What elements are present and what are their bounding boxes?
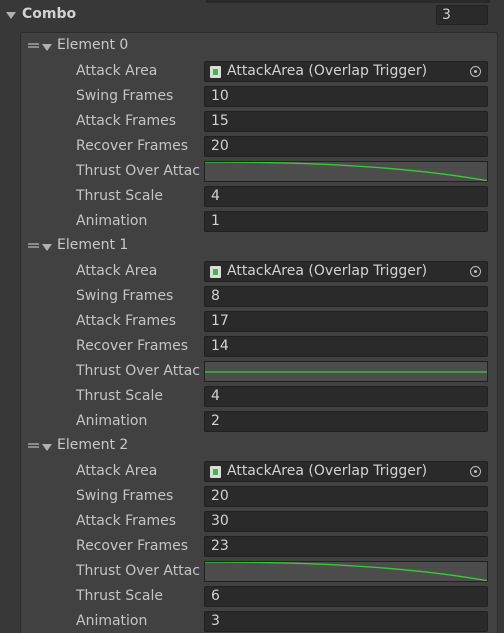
recover-frames-label: Recover Frames <box>76 538 188 554</box>
attack-frames-label: Attack Frames <box>76 313 177 329</box>
foldout-arrow-icon[interactable] <box>6 12 16 19</box>
thrust-scale-row: Thrust Scale 6 <box>0 585 504 610</box>
object-picker-icon[interactable] <box>470 266 481 277</box>
combo-element-1: Element 1 Attack Area AttackArea (Overla… <box>0 235 504 435</box>
attack-frames-field[interactable]: 15 <box>204 111 488 132</box>
object-picker-icon[interactable] <box>470 66 481 77</box>
swing-frames-field[interactable]: 20 <box>204 486 488 507</box>
element-foldout-header[interactable]: Element 1 <box>0 235 504 257</box>
script-icon <box>210 66 221 78</box>
attack-area-object-field[interactable]: AttackArea (Overlap Trigger) <box>204 461 488 482</box>
attack-frames-field[interactable]: 17 <box>204 311 488 332</box>
swing-frames-label: Swing Frames <box>76 88 174 104</box>
animation-field[interactable]: 1 <box>204 211 488 232</box>
swing-frames-field[interactable]: 8 <box>204 286 488 307</box>
recover-frames-field[interactable]: 23 <box>204 536 488 557</box>
animation-row: Animation 2 <box>0 410 504 435</box>
thrust-curve-row: Thrust Over Attac <box>0 560 504 585</box>
attack-area-label: Attack Area <box>76 63 158 79</box>
attack-area-row: Attack Area AttackArea (Overlap Trigger) <box>0 460 504 485</box>
thrust-scale-field[interactable]: 4 <box>204 386 488 407</box>
drag-handle-icon[interactable] <box>28 443 39 448</box>
attack-area-row: Attack Area AttackArea (Overlap Trigger) <box>0 60 504 85</box>
attack-frames-row: Attack Frames 17 <box>0 310 504 335</box>
recover-frames-field[interactable]: 14 <box>204 336 488 357</box>
thrust-over-attack-label: Thrust Over Attac <box>76 363 200 379</box>
animation-row: Animation 1 <box>0 210 504 235</box>
recover-frames-row: Recover Frames 23 <box>0 535 504 560</box>
animation-label: Animation <box>76 613 148 629</box>
element-title: Element 0 <box>57 37 129 53</box>
attack-frames-label: Attack Frames <box>76 513 177 529</box>
thrust-scale-row: Thrust Scale 4 <box>0 185 504 210</box>
curve-preview <box>205 162 487 181</box>
drag-handle-icon[interactable] <box>28 43 39 48</box>
foldout-arrow-icon[interactable] <box>42 444 52 451</box>
curve-preview <box>205 371 487 373</box>
drag-handle-icon[interactable] <box>28 243 39 248</box>
animation-field[interactable]: 2 <box>204 411 488 432</box>
swing-frames-label: Swing Frames <box>76 288 174 304</box>
combo-size-field[interactable]: 3 <box>436 5 488 25</box>
thrust-scale-field[interactable]: 6 <box>204 586 488 607</box>
element-foldout-header[interactable]: Element 0 <box>0 35 504 57</box>
thrust-scale-row: Thrust Scale 4 <box>0 385 504 410</box>
recover-frames-label: Recover Frames <box>76 138 188 154</box>
recover-frames-row: Recover Frames 14 <box>0 335 504 360</box>
thrust-over-attack-label: Thrust Over Attac <box>76 163 200 179</box>
thrust-scale-label: Thrust Scale <box>76 388 163 404</box>
animation-label: Animation <box>76 213 148 229</box>
attack-area-object-field[interactable]: AttackArea (Overlap Trigger) <box>204 61 488 82</box>
animation-label: Animation <box>76 413 148 429</box>
animation-row: Animation 3 <box>0 610 504 633</box>
foldout-arrow-icon[interactable] <box>42 244 52 251</box>
object-picker-icon[interactable] <box>470 466 481 477</box>
element-title: Element 2 <box>57 437 129 453</box>
recover-frames-row: Recover Frames 20 <box>0 135 504 160</box>
recover-frames-label: Recover Frames <box>76 338 188 354</box>
swing-frames-label: Swing Frames <box>76 488 174 504</box>
curve-line <box>205 162 487 181</box>
attack-area-object-field[interactable]: AttackArea (Overlap Trigger) <box>204 261 488 282</box>
attack-area-value: AttackArea (Overlap Trigger) <box>227 463 428 479</box>
element-foldout-header[interactable]: Element 2 <box>0 435 504 457</box>
thrust-curve-field[interactable] <box>204 161 488 182</box>
combo-label: Combo <box>22 6 77 22</box>
inspector-root: Combo 3 Element 0 Attack Area AttackArea… <box>0 0 504 633</box>
thrust-scale-label: Thrust Scale <box>76 588 163 604</box>
script-icon <box>210 266 221 278</box>
previous-field-edge <box>206 0 490 3</box>
element-title: Element 1 <box>57 237 129 253</box>
attack-area-value: AttackArea (Overlap Trigger) <box>227 63 428 79</box>
curve-preview <box>205 562 487 581</box>
recover-frames-field[interactable]: 20 <box>204 136 488 157</box>
thrust-scale-label: Thrust Scale <box>76 188 163 204</box>
foldout-arrow-icon[interactable] <box>42 44 52 51</box>
swing-frames-row: Swing Frames 10 <box>0 85 504 110</box>
attack-area-row: Attack Area AttackArea (Overlap Trigger) <box>0 260 504 285</box>
swing-frames-row: Swing Frames 8 <box>0 285 504 310</box>
attack-area-value: AttackArea (Overlap Trigger) <box>227 263 428 279</box>
animation-field[interactable]: 3 <box>204 611 488 632</box>
curve-line <box>205 562 487 581</box>
attack-area-label: Attack Area <box>76 263 158 279</box>
swing-frames-row: Swing Frames 20 <box>0 485 504 510</box>
combo-element-2: Element 2 Attack Area AttackArea (Overla… <box>0 435 504 633</box>
thrust-curve-row: Thrust Over Attac <box>0 160 504 185</box>
swing-frames-field[interactable]: 10 <box>204 86 488 107</box>
thrust-over-attack-label: Thrust Over Attac <box>76 563 200 579</box>
combo-element-0: Element 0 Attack Area AttackArea (Overla… <box>0 35 504 235</box>
attack-frames-label: Attack Frames <box>76 113 177 129</box>
thrust-curve-field[interactable] <box>204 561 488 582</box>
thrust-curve-field[interactable] <box>204 361 488 382</box>
attack-frames-field[interactable]: 30 <box>204 511 488 532</box>
thrust-curve-row: Thrust Over Attac <box>0 360 504 385</box>
combo-foldout-header[interactable]: Combo 3 <box>0 4 504 26</box>
script-icon <box>210 466 221 478</box>
thrust-scale-field[interactable]: 4 <box>204 186 488 207</box>
attack-frames-row: Attack Frames 15 <box>0 110 504 135</box>
attack-area-label: Attack Area <box>76 463 158 479</box>
attack-frames-row: Attack Frames 30 <box>0 510 504 535</box>
